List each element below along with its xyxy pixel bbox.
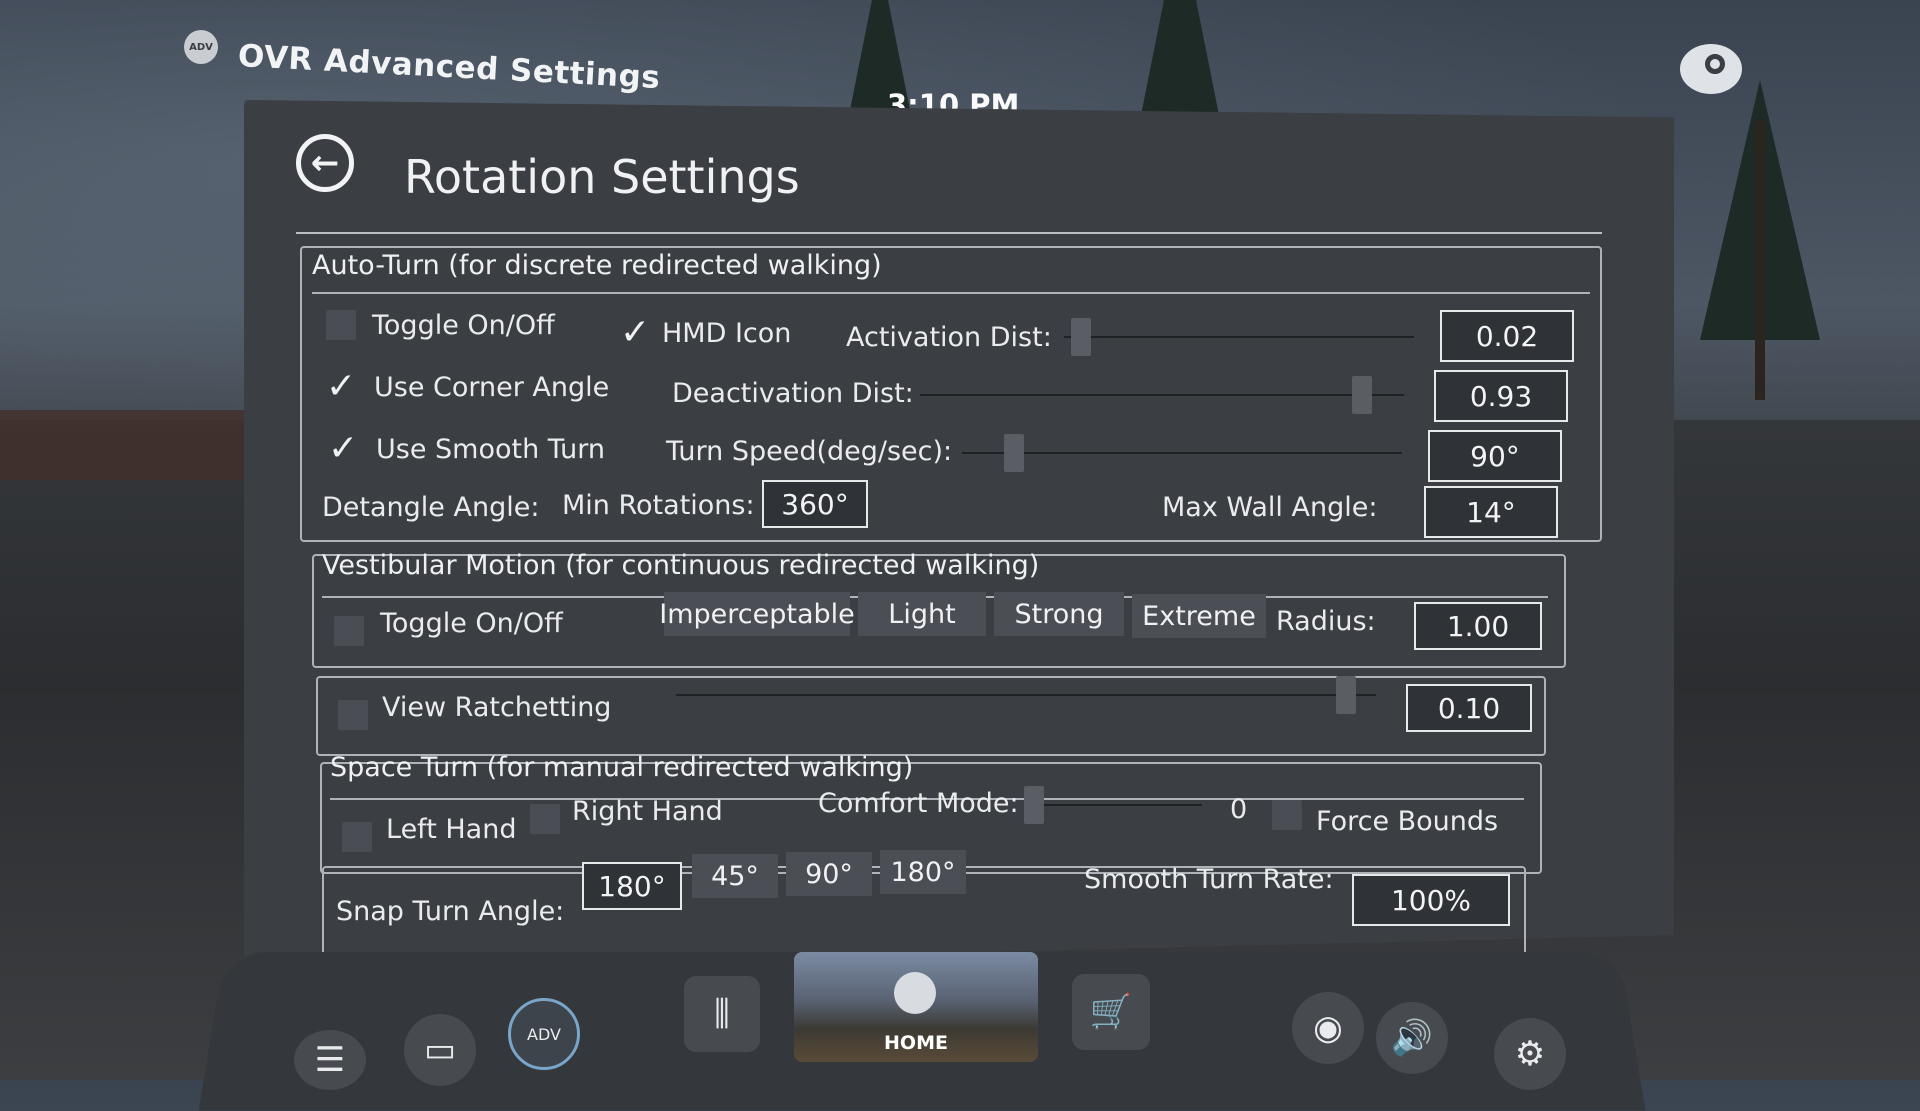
comfort-mode-slider[interactable] [1024,786,1202,824]
home-label: HOME [884,1032,948,1054]
use-smooth-turn-label: Use Smooth Turn [376,434,606,465]
max-wall-angle-value[interactable]: 14° [1424,486,1558,538]
deactivation-dist-slider-thumb[interactable] [1351,376,1372,414]
vestibular-toggle-checkbox[interactable] [334,616,364,646]
left-hand-checkbox[interactable] [342,822,372,852]
auto-turn-toggle-checkbox[interactable] [326,310,356,340]
page-title: Rotation Settings [404,150,800,204]
comfort-mode-slider-thumb[interactable] [1024,786,1044,824]
activation-dist-label: Activation Dist: [846,322,1052,353]
use-smooth-turn-checkbox[interactable] [328,428,358,469]
radius-label: Radius: [1276,606,1376,637]
snap-turn-angle-value[interactable]: 180° [582,862,682,910]
auto-turn-section-title: Auto-Turn (for discrete redirected walki… [312,250,882,281]
left-hand-label: Left Hand [386,814,517,845]
title-divider [296,232,1602,234]
radius-value[interactable]: 1.00 [1414,602,1542,650]
menu-icon-button[interactable]: ☰ [294,1030,366,1090]
activation-dist-value[interactable]: 0.02 [1440,310,1574,362]
comfort-mode-value: 0 [1230,794,1248,825]
view-ratchetting-slider[interactable] [676,676,1376,714]
view-ratchetting-label: View Ratchetting [382,692,612,723]
adv-settings-icon-button[interactable]: ADV [508,998,580,1070]
space-turn-section-title: Space Turn (for manual redirected walkin… [330,752,914,783]
app-logo-icon: ADV [184,30,218,64]
home-tile-button[interactable]: HOME [794,952,1038,1062]
settings-gear-icon-button[interactable]: ⚙ [1494,1018,1566,1090]
turn-speed-slider-thumb[interactable] [1004,434,1024,472]
turn-speed-value[interactable]: 90° [1428,430,1562,482]
hmd-icon-label: HMD Icon [662,318,792,349]
use-corner-angle-checkbox[interactable] [326,366,356,407]
store-cart-icon-button[interactable]: 🛒 [1072,974,1150,1050]
back-arrow-button[interactable]: ← [296,134,354,192]
right-hand-label: Right Hand [572,796,723,827]
comfort-mode-label: Comfort Mode: [818,788,1019,819]
preset-extreme-button[interactable]: Extreme [1132,594,1266,638]
turn-speed-slider[interactable] [962,434,1402,472]
smooth-turn-rate-value[interactable]: 100% [1352,874,1510,926]
max-wall-angle-label: Max Wall Angle: [1162,492,1378,523]
steam-logo-icon[interactable] [1680,44,1742,94]
activation-dist-slider-thumb[interactable] [1070,318,1091,356]
steam-home-logo-icon [894,972,936,1014]
min-rotations-value[interactable]: 360° [762,480,868,528]
vestibular-toggle-label: Toggle On/Off [380,608,563,639]
deactivation-dist-label: Deactivation Dist: [672,378,914,409]
deactivation-dist-value[interactable]: 0.93 [1434,370,1568,422]
tree-trunk-decoration [1755,120,1765,400]
auto-turn-toggle-label: Toggle On/Off [372,310,555,341]
detangle-angle-label: Detangle Angle: [322,492,540,523]
preset-light-button[interactable]: Light [858,592,986,636]
view-ratchetting-value[interactable]: 0.10 [1406,684,1532,732]
snap-turn-angle-label: Snap Turn Angle: [336,896,565,927]
view-ratchetting-checkbox[interactable] [338,700,368,730]
smooth-turn-rate-label: Smooth Turn Rate: [1084,864,1334,895]
deactivation-dist-slider[interactable] [920,376,1404,414]
force-bounds-label: Force Bounds [1316,806,1499,837]
turn-speed-label: Turn Speed(deg/sec): [666,436,953,467]
use-corner-angle-label: Use Corner Angle [374,372,610,403]
snap-45-button[interactable]: 45° [692,854,778,898]
preset-imperceptable-button[interactable]: Imperceptable [659,592,855,636]
profile-icon-button[interactable]: ◉ [1292,992,1364,1064]
auto-turn-title-divider [312,292,1590,294]
view-ratchetting-slider-thumb[interactable] [1335,676,1356,714]
snap-90-button[interactable]: 90° [786,852,872,896]
snap-180-button[interactable]: 180° [880,850,966,894]
volume-icon-button[interactable]: 🔊 [1376,1002,1448,1074]
min-rotations-label: Min Rotations: [562,490,755,521]
force-bounds-checkbox[interactable] [1272,800,1302,830]
hmd-icon-checkbox[interactable] [620,312,650,353]
activation-dist-slider[interactable] [1064,318,1414,356]
background-wall [0,410,270,480]
library-icon-button[interactable]: ⫼ [684,976,760,1052]
right-hand-checkbox[interactable] [530,804,560,834]
window-icon-button[interactable]: ▭ [404,1014,476,1086]
vestibular-motion-section-title: Vestibular Motion (for continuous redire… [322,550,1040,581]
preset-strong-button[interactable]: Strong [994,592,1124,636]
